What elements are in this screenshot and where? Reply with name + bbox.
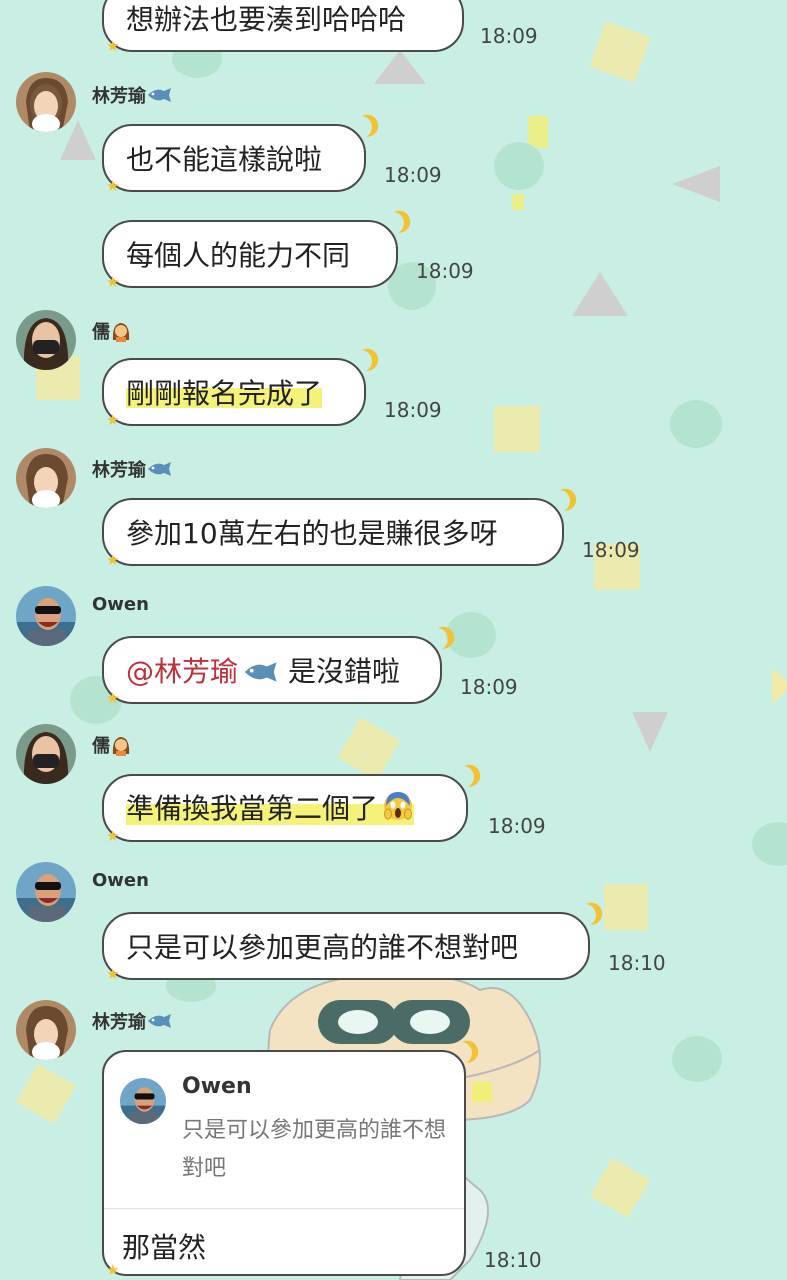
sender-name: 林芳瑜	[92, 456, 172, 482]
message-time: 18:09	[460, 675, 518, 699]
bg-shape	[604, 884, 648, 930]
avatar[interactable]	[16, 862, 76, 922]
message-time: 18:09	[488, 814, 546, 838]
message-bubble[interactable]: @林芳瑜 是沒錯啦 ★	[102, 636, 442, 707]
bg-shape	[632, 712, 668, 752]
message-bubble[interactable]: 剛剛報名完成了 ★	[102, 358, 366, 429]
bg-shape	[589, 21, 651, 83]
message-text: 那當然	[122, 1231, 207, 1264]
bg-shape	[512, 194, 524, 210]
quoted-avatar	[120, 1078, 166, 1124]
message-bubble[interactable]: 準備換我當第二個了 ★	[102, 774, 468, 845]
scream-emoji-icon	[382, 790, 414, 829]
moon-icon	[448, 762, 478, 792]
message-text: 想辦法也要湊到哈哈哈	[126, 3, 407, 36]
star-icon: ★	[106, 827, 120, 845]
moon-icon	[570, 900, 600, 930]
message-time: 18:09	[582, 538, 640, 562]
message-text: 參加10萬左右的也是賺很多呀	[126, 517, 498, 550]
star-icon: ★	[106, 689, 120, 707]
fish-icon	[146, 87, 172, 108]
fish-icon	[146, 1013, 172, 1034]
avatar[interactable]	[16, 586, 76, 646]
message-text: 每個人的能力不同	[126, 239, 351, 272]
sender-name: 林芳瑜	[92, 1008, 172, 1034]
sender-name: 儒	[92, 318, 132, 347]
bg-shape	[494, 406, 540, 452]
bg-shape	[572, 272, 628, 316]
star-icon: ★	[106, 965, 120, 983]
sender-name: 林芳瑜	[92, 82, 172, 108]
message-time: 18:09	[480, 24, 538, 48]
message-time: 18:10	[484, 1248, 542, 1272]
star-icon: ★	[106, 1261, 120, 1279]
woman-icon	[110, 320, 132, 347]
moon-icon	[346, 112, 376, 142]
star-icon: ★	[106, 551, 120, 569]
bg-shape	[589, 1157, 651, 1219]
quoted-message-text[interactable]: 只是可以參加更高的誰不想對吧	[182, 1112, 452, 1188]
message-bubble[interactable]: 只是可以參加更高的誰不想對吧 ★	[102, 912, 590, 983]
quoted-sender-name: Owen	[182, 1074, 252, 1099]
message-bubble[interactable]: 參加10萬左右的也是賺很多呀 ★	[102, 498, 564, 569]
bg-shape	[15, 1063, 77, 1125]
sender-name: 儒	[92, 732, 132, 761]
message-text: 只是可以參加更高的誰不想對吧	[126, 931, 519, 964]
bg-shape	[446, 612, 496, 658]
message-time: 18:09	[416, 259, 474, 283]
mention-tag[interactable]: @林芳瑜	[126, 650, 282, 690]
avatar[interactable]	[16, 1000, 76, 1060]
star-icon: ★	[106, 177, 120, 195]
sender-name: Owen	[92, 594, 149, 615]
avatar[interactable]	[16, 724, 76, 784]
avatar[interactable]	[16, 448, 76, 508]
bg-shape	[374, 50, 426, 84]
star-icon: ★	[106, 273, 120, 291]
bg-shape	[672, 1036, 722, 1082]
message-text: 剛剛報名完成了	[126, 372, 323, 412]
divider	[104, 1208, 464, 1209]
moon-icon	[378, 208, 408, 238]
star-icon: ★	[106, 37, 120, 55]
bg-shape	[528, 116, 548, 148]
fish-icon	[146, 461, 172, 482]
bg-shape	[672, 166, 720, 202]
message-text: 是沒錯啦	[288, 655, 401, 688]
message-bubble[interactable]: 想辦法也要湊到哈哈哈 ★	[102, 0, 464, 55]
message-text: 準備換我當第二個了	[126, 786, 415, 830]
star-icon: ★	[106, 411, 120, 429]
message-time: 18:09	[384, 163, 442, 187]
fish-icon	[242, 657, 278, 690]
avatar[interactable]	[16, 72, 76, 132]
message-time: 18:09	[384, 398, 442, 422]
woman-icon	[110, 734, 132, 761]
bg-shape	[337, 717, 401, 781]
bg-shape	[752, 822, 787, 866]
moon-icon	[444, 0, 474, 2]
bg-shape	[670, 400, 722, 448]
moon-icon	[346, 346, 376, 376]
bg-shape	[772, 668, 787, 704]
message-bubble[interactable]: 也不能這樣說啦 ★	[102, 124, 366, 195]
moon-icon	[544, 486, 574, 516]
avatar[interactable]	[16, 310, 76, 370]
sender-name: Owen	[92, 870, 149, 891]
message-text: 也不能這樣說啦	[126, 143, 323, 176]
bg-shape	[494, 142, 544, 190]
message-time: 18:10	[608, 951, 666, 975]
message-bubble[interactable]: 每個人的能力不同 ★	[102, 220, 398, 291]
reply-message-bubble[interactable]: Owen 只是可以參加更高的誰不想對吧 那當然 ★	[102, 1050, 466, 1279]
